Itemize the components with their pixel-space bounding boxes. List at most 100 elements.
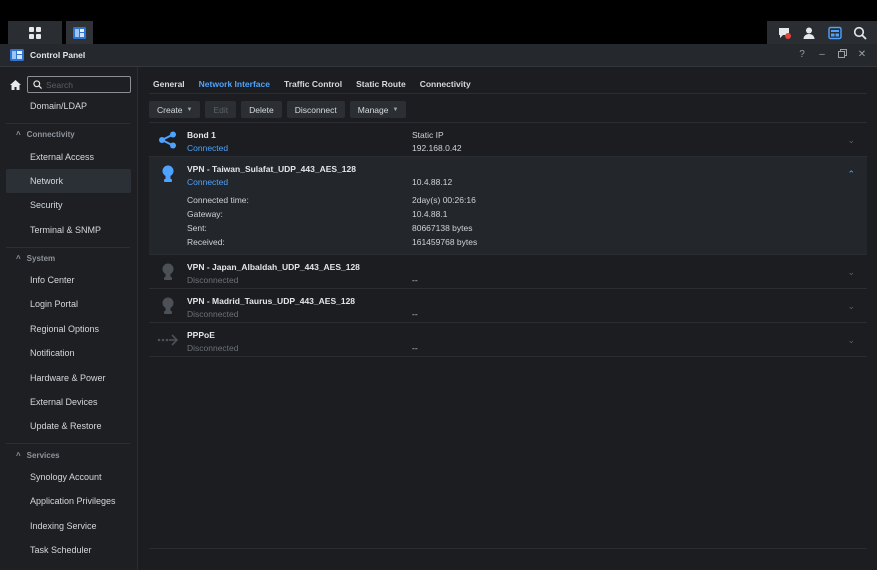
- interface-name: VPN - Japan_Albaldah_UDP_443_AES_128: [187, 262, 360, 272]
- tab-bar: General Network Interface Traffic Contro…: [153, 79, 471, 89]
- taskbar-tray: [767, 21, 877, 44]
- tab-connectivity[interactable]: Connectivity: [420, 79, 471, 89]
- delete-button[interactable]: Delete: [241, 101, 282, 118]
- interface-ip: --: [412, 343, 418, 353]
- vpn-key-icon: [157, 297, 179, 315]
- taskbar-control-panel-button[interactable]: [66, 21, 93, 44]
- sidebar-item-security[interactable]: Security: [6, 193, 131, 217]
- interface-row-bond[interactable]: Bond 1 Connected Static IP 192.168.0.42 …: [149, 123, 867, 157]
- detail-value: 2day(s) 00:26:16: [412, 195, 476, 205]
- chevron-down-icon[interactable]: ⌄: [847, 335, 855, 346]
- vpn-key-icon: [157, 165, 179, 183]
- interface-ip: 10.4.88.12: [412, 177, 453, 187]
- interface-name: Bond 1: [187, 130, 216, 140]
- tab-static-route[interactable]: Static Route: [356, 79, 406, 89]
- interface-name: VPN - Madrid_Taurus_UDP_443_AES_128: [187, 296, 356, 306]
- detail-value: 80667138 bytes: [412, 223, 473, 233]
- grid-icon: [29, 26, 41, 39]
- edit-button[interactable]: Edit: [205, 101, 237, 118]
- widgets-icon[interactable]: [824, 22, 846, 44]
- tab-traffic-control[interactable]: Traffic Control: [284, 79, 342, 89]
- user-icon[interactable]: [798, 22, 820, 44]
- sidebar-item-external-devices[interactable]: External Devices: [6, 390, 131, 414]
- sidebar-item-indexing-service[interactable]: Indexing Service: [6, 514, 131, 538]
- sidebar-item-info-center[interactable]: Info Center: [6, 268, 131, 292]
- sidebar-divider: [6, 443, 130, 444]
- sidebar-section-system[interactable]: ^ System: [16, 254, 55, 263]
- detail-label: Connected time:: [187, 195, 249, 205]
- detail-label: Gateway:: [187, 209, 223, 219]
- sidebar-item-hardware-power[interactable]: Hardware & Power: [6, 366, 131, 390]
- sidebar-item-notification[interactable]: Notification: [6, 341, 131, 365]
- interface-ip: 192.168.0.42: [412, 143, 462, 153]
- chevron-up-icon: ^: [16, 130, 21, 139]
- interface-status: Disconnected: [187, 275, 239, 285]
- toolbar: Create ▼ Edit Delete Disconnect Manage ▼: [149, 101, 407, 118]
- detail-label: Received:: [187, 237, 225, 247]
- interface-ip-type: Static IP: [412, 130, 444, 140]
- interface-ip: --: [412, 309, 418, 319]
- chevron-down-icon[interactable]: ⌄: [847, 267, 855, 278]
- sidebar-section-services[interactable]: ^ Services: [16, 451, 60, 460]
- sidebar-item-external-access[interactable]: External Access: [6, 145, 131, 169]
- sidebar-divider: [6, 247, 130, 248]
- control-panel-icon: [10, 49, 24, 61]
- chevron-up-icon[interactable]: ⌃: [847, 169, 855, 180]
- close-icon[interactable]: ✕: [857, 49, 867, 61]
- interface-status: Connected: [187, 177, 229, 187]
- detail-label: Sent:: [187, 223, 207, 233]
- search-icon: [33, 80, 42, 89]
- caret-down-icon: ▼: [186, 106, 193, 113]
- help-icon[interactable]: ?: [797, 49, 807, 61]
- interface-ip: --: [412, 275, 418, 285]
- sidebar-section-connectivity[interactable]: ^ Connectivity: [16, 130, 75, 139]
- sidebar-item-domain-ldap[interactable]: Domain/LDAP: [6, 94, 131, 118]
- notification-icon[interactable]: [773, 22, 795, 44]
- chevron-down-icon[interactable]: ⌄: [847, 135, 855, 146]
- home-button[interactable]: [6, 76, 24, 93]
- chevron-up-icon: ^: [16, 451, 21, 460]
- interface-row-vpn-taiwan[interactable]: VPN - Taiwan_Sulafat_UDP_443_AES_128 Con…: [149, 157, 867, 255]
- create-button[interactable]: Create ▼: [149, 101, 201, 118]
- search-icon[interactable]: [849, 22, 871, 44]
- caret-down-icon: ▼: [392, 106, 399, 113]
- sidebar-item-terminal-snmp[interactable]: Terminal & SNMP: [6, 218, 131, 242]
- interface-status: Connected: [187, 143, 229, 153]
- window-titlebar[interactable]: Control Panel ? – ✕: [0, 44, 877, 67]
- sidebar-item-network[interactable]: Network: [6, 169, 131, 193]
- interface-name: VPN - Taiwan_Sulafat_UDP_443_AES_128: [187, 164, 356, 174]
- interface-row-pppoe[interactable]: PPPoE Disconnected -- ⌄: [149, 323, 867, 357]
- vpn-key-icon: [157, 263, 179, 281]
- sidebar-item-regional-options[interactable]: Regional Options: [6, 317, 131, 341]
- home-icon: [9, 79, 21, 90]
- sidebar-search-row: [6, 76, 131, 93]
- interface-status: Disconnected: [187, 343, 239, 353]
- chevron-down-icon[interactable]: ⌄: [847, 301, 855, 312]
- sidebar-item-update-restore[interactable]: Update & Restore: [6, 414, 131, 438]
- tab-divider: [149, 93, 867, 94]
- chevron-up-icon: ^: [16, 254, 21, 263]
- main-menu-button[interactable]: [8, 21, 62, 44]
- manage-button[interactable]: Manage ▼: [349, 101, 407, 118]
- control-panel-window: Control Panel ? – ✕ Domain/LDAP ^Connect…: [0, 44, 877, 570]
- sidebar-item-login-portal[interactable]: Login Portal: [6, 292, 131, 316]
- tab-general[interactable]: General: [153, 79, 185, 89]
- list-footer-divider: [149, 548, 867, 549]
- main-panel: General Network Interface Traffic Contro…: [139, 67, 877, 570]
- interface-row-vpn-madrid[interactable]: VPN - Madrid_Taurus_UDP_443_AES_128 Disc…: [149, 289, 867, 323]
- search-input[interactable]: [46, 79, 126, 90]
- restore-icon[interactable]: [837, 49, 847, 61]
- disconnect-button[interactable]: Disconnect: [286, 101, 345, 118]
- window-controls: ? – ✕: [797, 49, 867, 61]
- sidebar-divider: [6, 123, 130, 124]
- interface-status: Disconnected: [187, 309, 239, 319]
- share-icon: [157, 131, 179, 149]
- interface-row-vpn-japan[interactable]: VPN - Japan_Albaldah_UDP_443_AES_128 Dis…: [149, 255, 867, 289]
- pppoe-arrow-icon: [157, 331, 179, 349]
- search-field[interactable]: [27, 76, 131, 93]
- sidebar-item-synology-account[interactable]: Synology Account: [6, 465, 131, 489]
- minimize-icon[interactable]: –: [817, 49, 827, 61]
- tab-network-interface[interactable]: Network Interface: [199, 79, 270, 89]
- sidebar-item-task-scheduler[interactable]: Task Scheduler: [6, 538, 131, 562]
- sidebar-item-application-privileges[interactable]: Application Privileges: [6, 489, 131, 513]
